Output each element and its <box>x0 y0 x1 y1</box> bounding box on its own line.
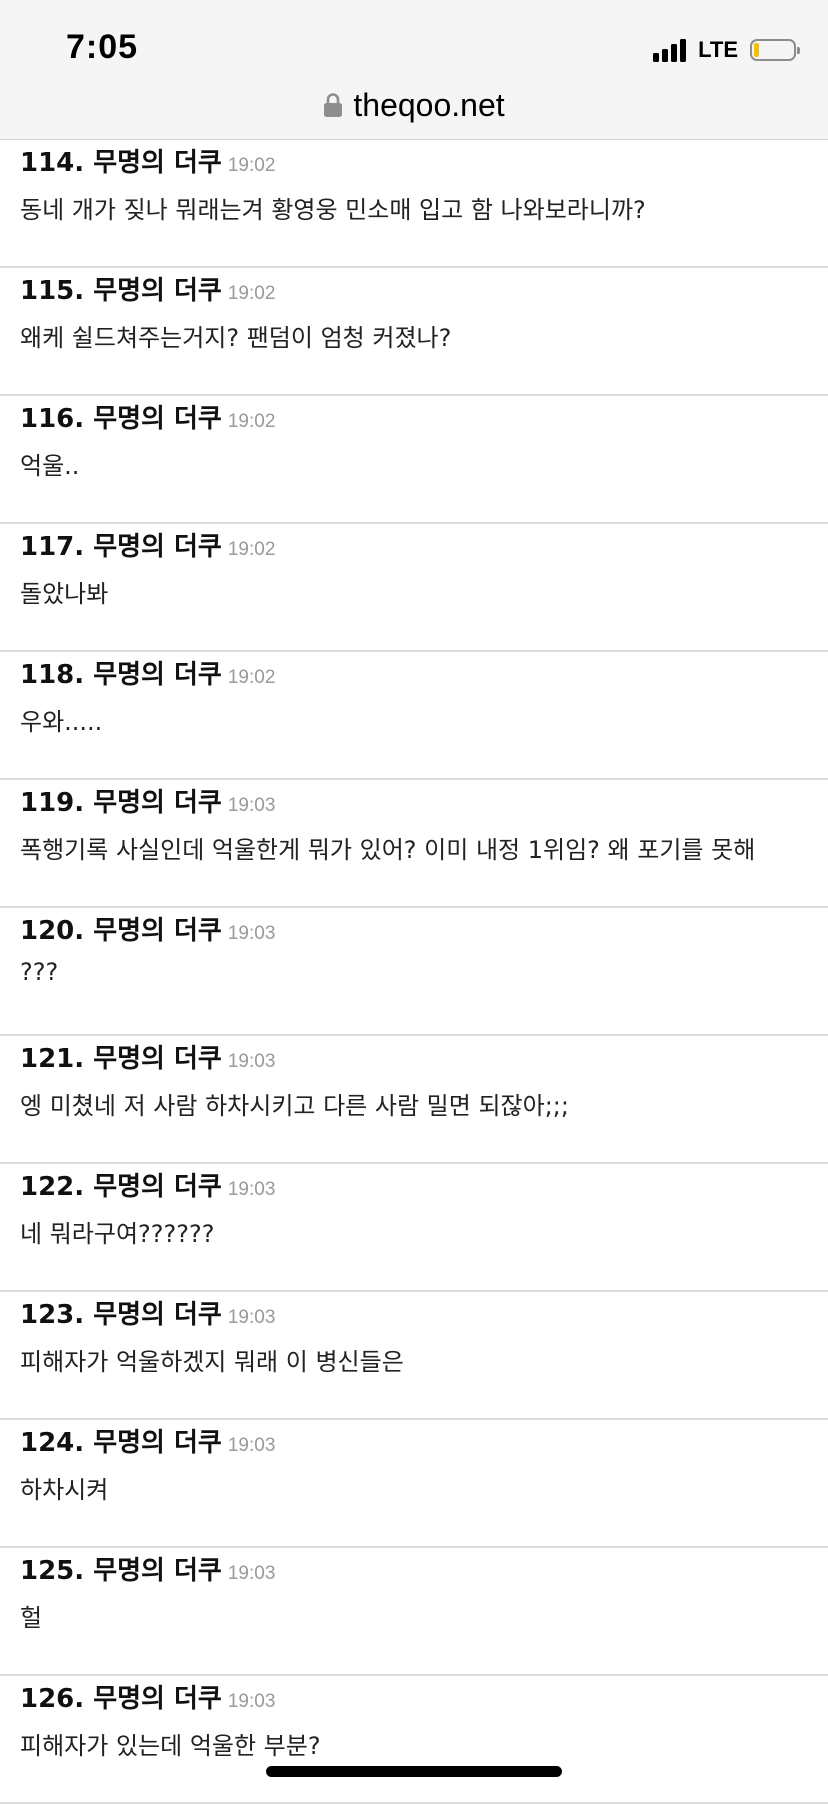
comment-text: 폭행기록 사실인데 억울한게 뭐가 있어? 이미 내정 1위임? 왜 포기를 못… <box>20 836 756 864</box>
comment-header: 119. 무명의 더쿠 19:03 <box>20 782 275 819</box>
comment-item[interactable]: 122. 무명의 더쿠 19:03 네 뭐라구여?????? <box>0 1164 828 1292</box>
home-indicator[interactable] <box>266 1766 562 1777</box>
comment-header: 118. 무명의 더쿠 19:02 <box>20 654 275 691</box>
comment-item[interactable]: 121. 무명의 더쿠 19:03 엥 미쳤네 저 사람 하차시키고 다른 사람 밀… <box>0 1036 828 1164</box>
comment-author: 116. 무명의 더쿠 <box>20 404 222 434</box>
comment-header: 117. 무명의 더쿠 19:02 <box>20 526 275 563</box>
comment-author: 120. 무명의 더쿠 <box>20 916 222 946</box>
comment-time: 19:03 <box>227 1563 276 1584</box>
comment-author: 119. 무명의 더쿠 <box>20 788 222 818</box>
comment-item[interactable]: 126. 무명의 더쿠 19:03 피해자가 있는데 억울한 부분? <box>0 1676 828 1804</box>
comment-text: 억울.. <box>20 452 80 480</box>
comment-text: 왜케 쉴드쳐주는거지? 팬덤이 엄청 커졌나? <box>20 324 452 352</box>
comment-time: 19:03 <box>227 1435 276 1456</box>
comment-time: 19:03 <box>227 1051 276 1072</box>
browser-top-bar: 7:05 LTE theqoo.net <box>0 0 828 140</box>
lock-icon <box>324 93 343 117</box>
comment-author: 117. 무명의 더쿠 <box>20 532 222 562</box>
comment-text: 피해자가 있는데 억울한 부분? <box>20 1732 321 1760</box>
comment-author: 122. 무명의 더쿠 <box>20 1172 222 1202</box>
comment-header: 115. 무명의 더쿠 19:02 <box>20 270 275 307</box>
comment-time: 19:02 <box>227 155 276 176</box>
comment-header: 124. 무명의 더쿠 19:03 <box>20 1422 275 1459</box>
comment-text: 동네 개가 짖나 뭐래는겨 황영웅 민소매 입고 함 나와보라니까? <box>20 196 646 224</box>
comment-author: 114. 무명의 더쿠 <box>20 148 222 178</box>
comment-text: 엥 미쳤네 저 사람 하차시키고 다른 사람 밀면 되잖아;;; <box>20 1092 569 1120</box>
comment-item[interactable]: 119. 무명의 더쿠 19:03 폭행기록 사실인데 억울한게 뭐가 있어? 이미… <box>0 780 828 908</box>
comment-time: 19:03 <box>227 795 276 816</box>
comment-author: 125. 무명의 더쿠 <box>20 1556 222 1586</box>
comment-header: 122. 무명의 더쿠 19:03 <box>20 1166 275 1203</box>
comment-time: 19:02 <box>227 539 276 560</box>
comment-time: 19:02 <box>227 283 276 304</box>
comment-text: 우와..... <box>20 708 103 736</box>
comment-author: 118. 무명의 더쿠 <box>20 660 222 690</box>
status-time: 7:05 <box>66 28 139 66</box>
comment-item[interactable]: 123. 무명의 더쿠 19:03 피해자가 억울하겠지 뭐래 이 병신들은 <box>0 1292 828 1420</box>
comment-header: 120. 무명의 더쿠 19:03 <box>20 910 275 947</box>
comment-time: 19:03 <box>227 1179 276 1200</box>
comment-header: 123. 무명의 더쿠 19:03 <box>20 1294 275 1331</box>
comment-time: 19:03 <box>227 1691 276 1712</box>
comment-text: 네 뭐라구여?????? <box>20 1220 215 1248</box>
comment-author: 123. 무명의 더쿠 <box>20 1300 222 1330</box>
comment-item[interactable]: 114. 무명의 더쿠 19:02 동네 개가 짖나 뭐래는겨 황영웅 민소매 입고… <box>0 140 828 268</box>
comment-time: 19:02 <box>227 667 276 688</box>
battery-level <box>754 43 759 57</box>
comment-text: 돌았나봐 <box>20 580 109 608</box>
cellular-signal-icon <box>653 38 687 62</box>
comment-item[interactable]: 118. 무명의 더쿠 19:02 우와..... <box>0 652 828 780</box>
comment-author: 121. 무명의 더쿠 <box>20 1044 222 1074</box>
comment-header: 114. 무명의 더쿠 19:02 <box>20 142 275 179</box>
status-indicators: LTE <box>653 36 800 64</box>
comment-text: 헐 <box>20 1604 43 1632</box>
comment-author: 115. 무명의 더쿠 <box>20 276 222 306</box>
comment-item[interactable]: 115. 무명의 더쿠 19:02 왜케 쉴드쳐주는거지? 팬덤이 엄청 커졌나? <box>0 268 828 396</box>
comment-text: ??? <box>20 958 59 986</box>
comment-text: 하차시켜 <box>20 1476 109 1504</box>
url-text: theqoo.net <box>353 86 505 123</box>
comment-header: 116. 무명의 더쿠 19:02 <box>20 398 275 435</box>
comment-header: 121. 무명의 더쿠 19:03 <box>20 1038 275 1075</box>
comment-author: 124. 무명의 더쿠 <box>20 1428 222 1458</box>
comment-time: 19:02 <box>227 411 276 432</box>
comment-time: 19:03 <box>227 1307 276 1328</box>
comment-item[interactable]: 117. 무명의 더쿠 19:02 돌았나봐 <box>0 524 828 652</box>
address-bar[interactable]: theqoo.net <box>0 82 828 128</box>
comment-item[interactable]: 125. 무명의 더쿠 19:03 헐 <box>0 1548 828 1676</box>
comment-header: 126. 무명의 더쿠 19:03 <box>20 1678 275 1715</box>
comment-header: 125. 무명의 더쿠 19:03 <box>20 1550 275 1587</box>
comment-item[interactable]: 120. 무명의 더쿠 19:03??? <box>0 908 828 1036</box>
comment-text: 피해자가 억울하겠지 뭐래 이 병신들은 <box>20 1348 404 1376</box>
comment-time: 19:03 <box>227 923 276 944</box>
network-type: LTE <box>698 37 738 62</box>
comment-author: 126. 무명의 더쿠 <box>20 1684 222 1714</box>
battery-icon <box>750 39 800 61</box>
comment-item[interactable]: 116. 무명의 더쿠 19:02 억울.. <box>0 396 828 524</box>
comment-item[interactable]: 124. 무명의 더쿠 19:03 하차시켜 <box>0 1420 828 1548</box>
